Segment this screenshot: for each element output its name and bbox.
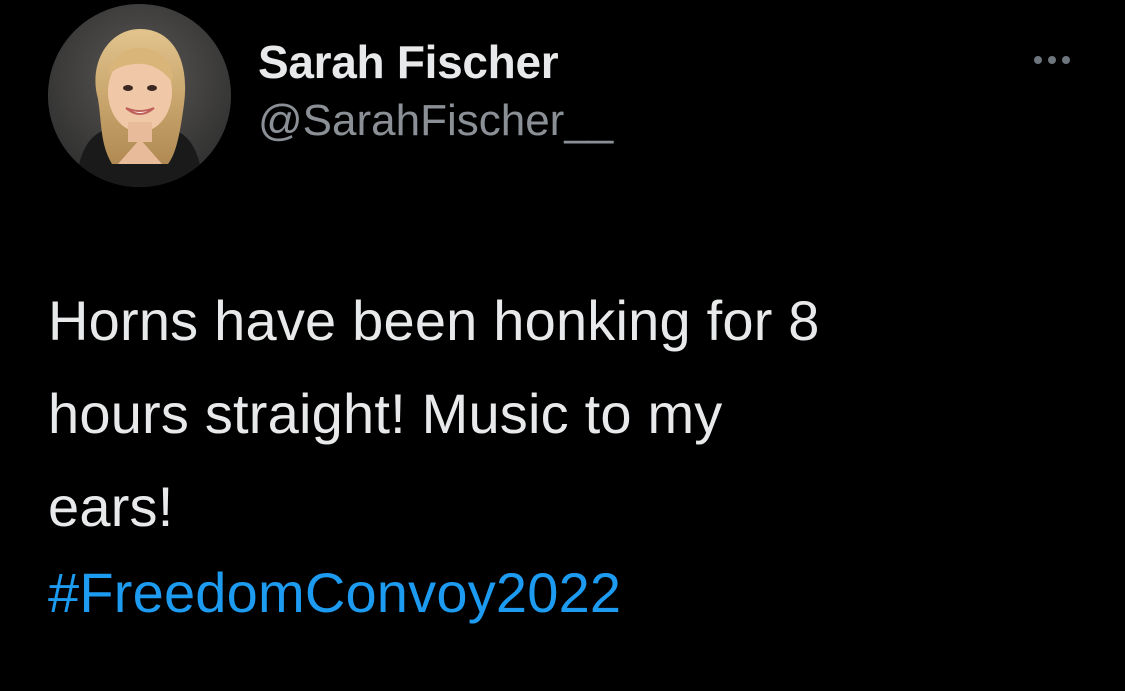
more-options-button[interactable] — [1028, 46, 1076, 74]
profile-photo-icon — [48, 4, 231, 187]
avatar[interactable] — [48, 4, 231, 187]
hashtag-link[interactable]: #FreedomConvoy2022 — [48, 553, 621, 633]
display-name[interactable]: Sarah Fischer — [258, 36, 613, 88]
more-horizontal-icon — [1031, 56, 1073, 64]
user-handle[interactable]: @SarahFischer__ — [258, 96, 613, 146]
tweet: Sarah Fischer @SarahFischer__ Horns have… — [0, 0, 1125, 691]
author-info: Sarah Fischer @SarahFischer__ — [258, 36, 613, 146]
tweet-text: Horns have been honking for 8 hours stra… — [48, 289, 820, 538]
